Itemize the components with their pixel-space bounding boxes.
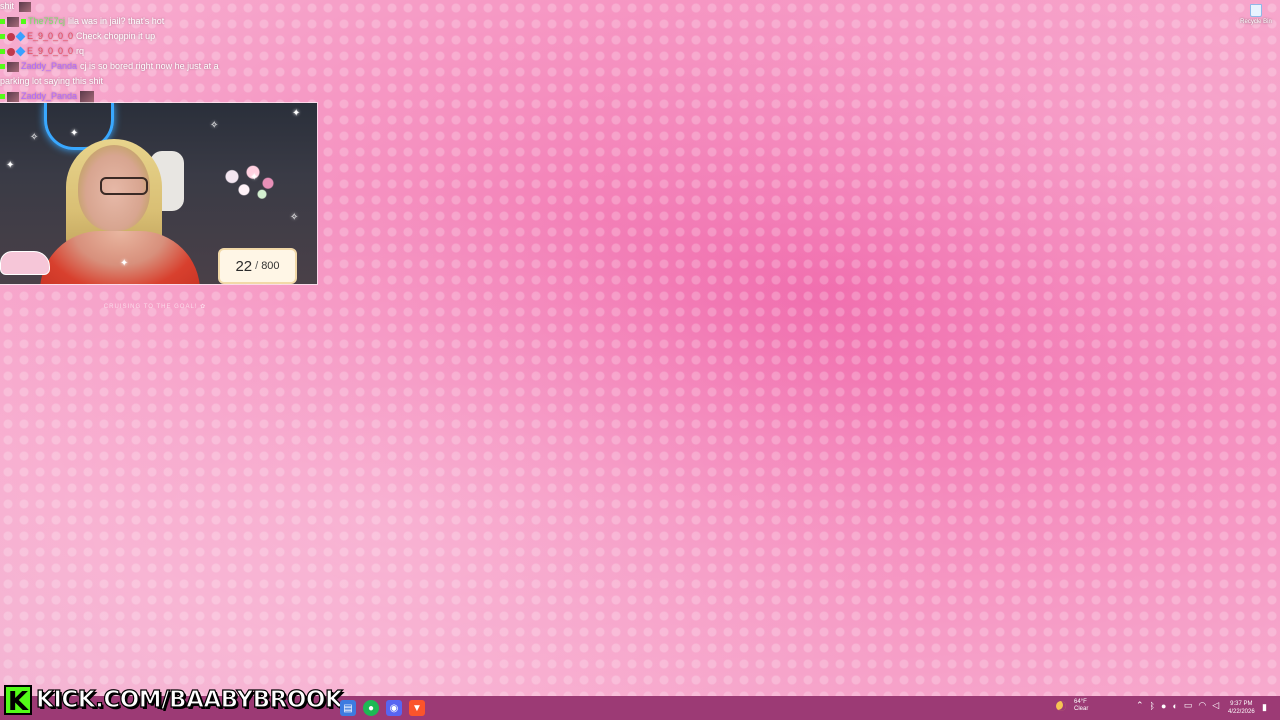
chat-username: Zaddy_Panda [21, 91, 78, 101]
webcam-feed: ✦ ✧ ✦ ✧ ✦ ✧ ✦ ✦ 22 / 800 [0, 103, 317, 284]
avatar [7, 61, 19, 72]
kick-url: KICK.COM/BAABYBROOK [35, 686, 343, 713]
clock-date: 4/22/2026 [1228, 709, 1255, 715]
avatar [18, 1, 31, 12]
chat-fragment: shit [0, 0, 33, 12]
chat-message: E_9_0_0_0 Check choppin it up [0, 30, 155, 42]
discord-glyph: ◉ [389, 702, 399, 714]
chat-message: The757cj lila was in jail? that's hot [0, 15, 164, 27]
sparkle-icon: ✧ [30, 132, 39, 143]
car-icon [0, 251, 50, 275]
sparkle-icon: ✧ [210, 120, 219, 131]
sparkle-icon: ✦ [292, 108, 301, 119]
chat-text: parking lot saying this shit [0, 76, 104, 86]
heart-badge-icon [7, 32, 15, 41]
sparkle-icon: ✦ [250, 172, 259, 183]
weather-temp: 64°F [1074, 699, 1087, 705]
chat-overlay: shit The757cj lila was in jail? that's ho… [0, 0, 320, 104]
bluetooth-icon[interactable]: ᛒ [1150, 701, 1155, 711]
recycle-bin-icon [1250, 4, 1262, 17]
goal-current: 22 [235, 257, 253, 275]
file-explorer-glyph: ▤ [343, 702, 353, 714]
clock-time: 9:37 PM [1230, 701, 1253, 707]
sparkle-icon: ✦ [6, 160, 15, 171]
diamond-badge-icon [15, 31, 26, 42]
brave-icon[interactable]: ▼ [409, 700, 425, 716]
notification-icon[interactable]: ▮ [1262, 702, 1271, 713]
heart-badge-icon [7, 47, 15, 56]
emote-icon [80, 90, 95, 103]
goal-target: 800 [261, 260, 280, 272]
chat-message: Zaddy_Panda [0, 90, 96, 103]
clock[interactable]: 9:37 PM 4/22/2026 [1228, 700, 1255, 716]
diamond-badge-icon [15, 46, 26, 57]
system-tray: ⌃ ᛒ ● ◐ ▭ ◠ ◁ [1136, 700, 1219, 711]
spotify-icon[interactable]: ● [363, 700, 379, 716]
chat-message: Zaddy_Panda cj is so bored right now he j… [0, 60, 219, 72]
sparkle-icon: ✦ [70, 128, 79, 139]
subscriber-badge-icon [0, 64, 5, 70]
chat-username: E_9_0_0_0 [27, 46, 74, 56]
network-icon[interactable]: ◐ [1172, 701, 1177, 711]
volume-icon[interactable]: ◁ [1212, 700, 1219, 711]
display-icon[interactable]: ▭ [1184, 700, 1193, 711]
avatar [7, 91, 19, 102]
chevron-up-icon[interactable]: ⌃ [1136, 700, 1144, 711]
chat-fragment-text: shit [0, 1, 15, 11]
wifi-icon[interactable]: ◠ [1198, 700, 1206, 711]
brave-glyph: ▼ [412, 702, 422, 714]
moon-icon [1056, 701, 1066, 711]
spotify-glyph: ● [367, 702, 375, 714]
weather-widget[interactable]: 64°F Clear [1056, 699, 1088, 713]
goal-separator: / [255, 260, 259, 272]
taskbar-apps: ▤ ● ◉ ▼ [340, 700, 425, 716]
file-explorer-icon[interactable]: ▤ [340, 700, 356, 716]
discord-icon[interactable]: ◉ [386, 700, 402, 716]
chat-message: E_9_0_0_0 rq [0, 45, 84, 57]
goal-caption: CRUISING TO THE GOAL! ✿ [103, 304, 207, 310]
sparkle-icon: ✧ [290, 212, 299, 223]
verified-badge-icon [21, 19, 26, 25]
goal-counter: 22 / 800 [218, 248, 297, 284]
chat-text: lila was in jail? that's hot [68, 16, 165, 26]
kick-banner: K KICK.COM/BAABYBROOK [4, 684, 343, 717]
chat-text: rq [76, 46, 85, 56]
chat-username: Zaddy_Panda [21, 61, 78, 71]
recycle-bin[interactable]: Recycle Bin [1238, 4, 1274, 32]
chat-text: Check choppin it up [76, 31, 156, 41]
recycle-bin-label: Recycle Bin [1240, 19, 1272, 25]
subscriber-badge-icon [0, 34, 5, 40]
chat-message-continuation: parking lot saying this shit [0, 75, 103, 87]
subscriber-badge-icon [0, 49, 5, 55]
subscriber-badge-icon [0, 19, 5, 25]
chat-username: E_9_0_0_0 [27, 31, 74, 41]
microphone-icon[interactable]: ● [1161, 701, 1166, 711]
chat-text: cj is so bored right now he just at a [80, 61, 219, 71]
subscriber-badge-icon [0, 94, 5, 100]
glasses [100, 177, 148, 195]
chat-username: The757cj [28, 16, 66, 26]
weather-desc: Clear [1074, 706, 1089, 712]
sparkle-icon: ✦ [120, 258, 129, 269]
avatar [7, 16, 19, 27]
kick-logo-icon: K [4, 685, 32, 717]
